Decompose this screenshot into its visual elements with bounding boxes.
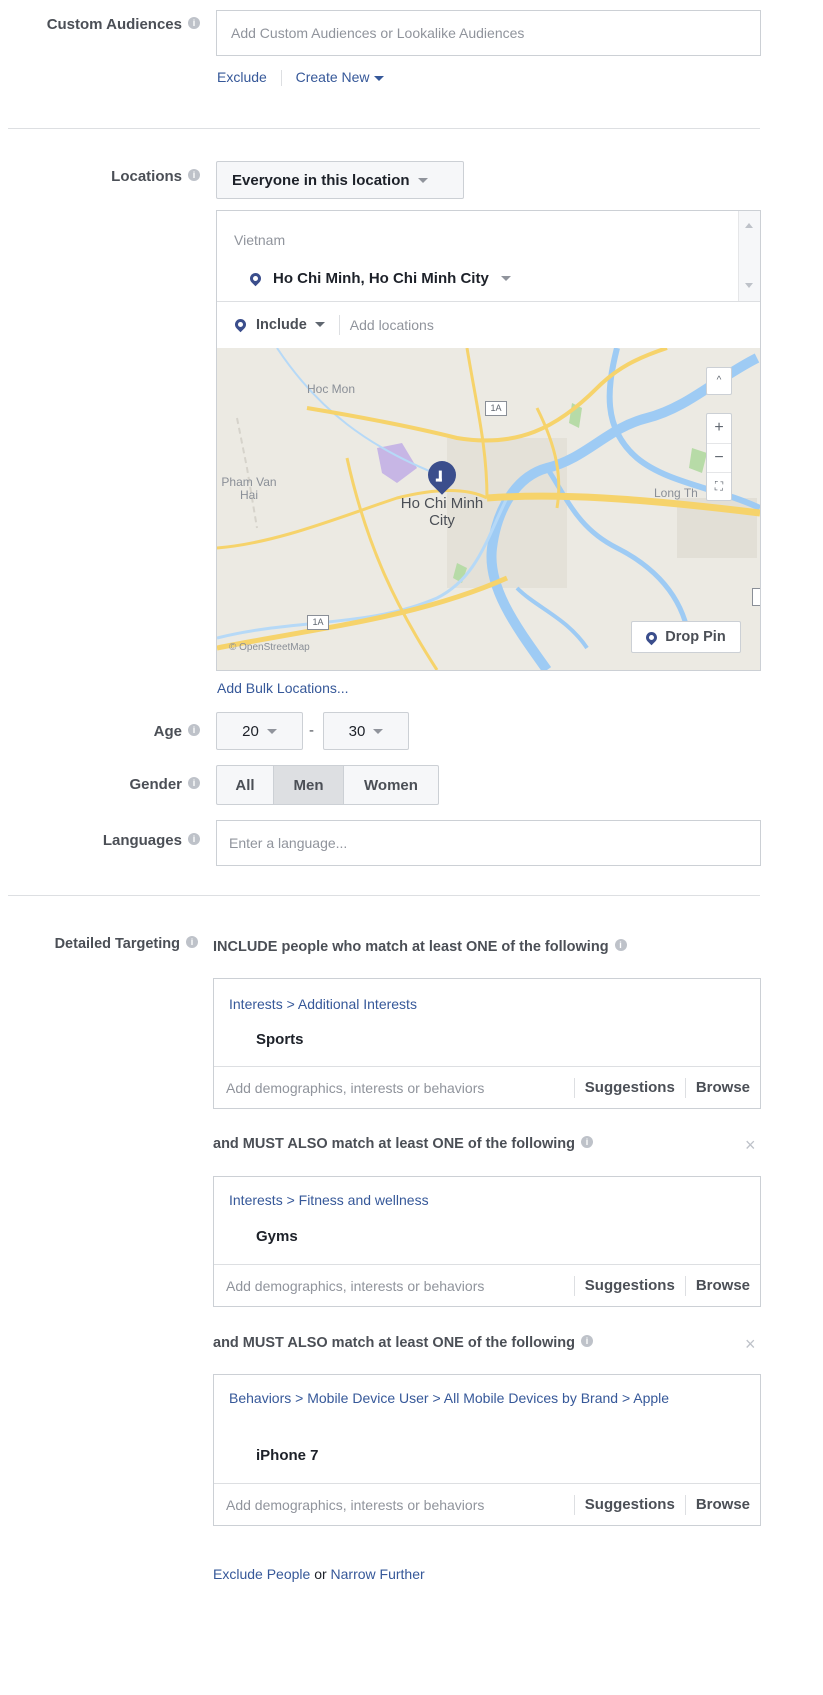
age-max-dropdown[interactable]: 30: [323, 712, 409, 750]
browse-button[interactable]: Browse: [686, 1277, 760, 1294]
selected-location[interactable]: Ho Chi Minh, Ho Chi Minh City: [247, 270, 511, 287]
country-label: Vietnam: [234, 232, 286, 248]
zoom-in-icon[interactable]: +: [707, 414, 731, 443]
section-divider: [8, 128, 760, 129]
map-zoom-controls: + − ⛶: [706, 413, 732, 501]
drop-pin-button[interactable]: Drop Pin: [631, 621, 741, 653]
targeting-search-input[interactable]: Add demographics, interests or behaviors: [214, 1278, 574, 1294]
detailed-targeting-label: Detailed Targeting i: [10, 936, 198, 952]
info-icon[interactable]: i: [614, 939, 627, 952]
interest-path[interactable]: Interests > Additional Interests: [229, 995, 417, 1013]
close-icon[interactable]: ×: [745, 1334, 756, 1355]
gender-women-button[interactable]: Women: [344, 766, 438, 804]
chevron-down-icon[interactable]: [500, 276, 511, 281]
interest-item[interactable]: Gyms: [256, 1228, 298, 1245]
info-icon[interactable]: i: [188, 833, 200, 846]
map-label-pham-van-hai: Pham Van Hai: [221, 475, 277, 502]
chevron-down-icon: [314, 322, 325, 327]
location-type-dropdown[interactable]: Everyone in this location: [216, 161, 464, 199]
gender-men-button[interactable]: Men: [274, 766, 344, 804]
chevron-down-icon: [417, 177, 428, 183]
location-pin-icon: [644, 629, 660, 645]
include-bar: Include Add locations: [217, 301, 760, 347]
custom-audiences-links: Exclude Create New: [217, 69, 384, 87]
recenter-icon[interactable]: ⛶: [707, 472, 731, 500]
languages-label: Languages i: [10, 832, 200, 849]
targeting-group-3: Behaviors > Mobile Device User > All Mob…: [213, 1374, 761, 1526]
gender-all-button[interactable]: All: [217, 766, 274, 804]
include-heading: INCLUDE people who match at least ONE of…: [213, 939, 627, 955]
close-icon[interactable]: ×: [745, 1135, 756, 1156]
behavior-path[interactable]: Behaviors > Mobile Device User > All Mob…: [229, 1389, 709, 1407]
browse-button[interactable]: Browse: [686, 1079, 760, 1096]
targeting-search-input[interactable]: Add demographics, interests or behaviors: [214, 1080, 574, 1096]
must-also-heading: and MUST ALSO match at least ONE of the …: [213, 1335, 593, 1351]
location-map[interactable]: Hoc Mon Pham Van Hai Ho Chi Minh City Lo…: [217, 348, 760, 670]
map-edge-handle[interactable]: [752, 588, 760, 606]
suggestions-button[interactable]: Suggestions: [575, 1079, 685, 1096]
include-separator: [338, 314, 340, 335]
chevron-down-icon: [373, 728, 384, 734]
custom-audiences-label: Custom Audiences i: [10, 16, 200, 33]
or-text: or: [314, 1566, 327, 1582]
road-badge: 1A: [485, 401, 507, 416]
info-icon[interactable]: i: [188, 169, 200, 182]
add-locations-input[interactable]: Add locations: [350, 317, 434, 333]
map-attribution: © OpenStreetMap: [229, 642, 310, 653]
age-separator: -: [309, 722, 314, 739]
targeting-search-input[interactable]: Add demographics, interests or behaviors: [214, 1497, 574, 1513]
link-separator: [280, 70, 282, 87]
targeting-add-bar: Add demographics, interests or behaviors…: [214, 1264, 760, 1306]
interest-path[interactable]: Interests > Fitness and wellness: [229, 1191, 429, 1209]
chevron-down-icon: [373, 75, 384, 81]
must-also-heading: and MUST ALSO match at least ONE of the …: [213, 1136, 593, 1152]
exclude-link[interactable]: Exclude: [217, 69, 267, 85]
list-scrollbar[interactable]: [738, 211, 760, 301]
targeting-add-bar: Add demographics, interests or behaviors…: [214, 1066, 760, 1108]
info-icon[interactable]: i: [188, 724, 200, 737]
map-label-long-th: Long Th: [654, 486, 698, 500]
suggestions-button[interactable]: Suggestions: [575, 1496, 685, 1513]
map-collapse-button[interactable]: ^: [706, 367, 732, 395]
age-min-dropdown[interactable]: 20: [216, 712, 303, 750]
info-icon[interactable]: i: [580, 1136, 593, 1149]
zoom-out-icon[interactable]: −: [707, 443, 731, 472]
locations-label: Locations i: [10, 168, 200, 185]
location-pin-icon: [247, 270, 264, 287]
exclude-narrow-links: Exclude People or Narrow Further: [213, 1566, 425, 1582]
targeting-group-1: Interests > Additional Interests Sports …: [213, 978, 761, 1109]
map-label-hoc-mon: Hoc Mon: [307, 382, 356, 396]
location-panel: Vietnam Ho Chi Minh, Ho Chi Minh City In…: [216, 210, 761, 671]
interest-item[interactable]: Sports: [256, 1031, 304, 1048]
targeting-add-bar: Add demographics, interests or behaviors…: [214, 1483, 760, 1525]
gender-label: Gender i: [10, 776, 200, 793]
info-icon[interactable]: i: [580, 1335, 593, 1348]
language-input[interactable]: Enter a language...: [216, 820, 761, 866]
info-icon[interactable]: i: [188, 777, 200, 790]
road-badge: 1A: [307, 615, 329, 630]
behavior-item[interactable]: iPhone 7: [256, 1447, 319, 1464]
age-label: Age i: [10, 723, 200, 740]
chevron-down-icon: [266, 728, 277, 734]
exclude-people-link[interactable]: Exclude People: [213, 1566, 310, 1582]
suggestions-button[interactable]: Suggestions: [575, 1277, 685, 1294]
scroll-down-icon[interactable]: [745, 283, 753, 288]
info-icon[interactable]: i: [188, 17, 200, 30]
section-divider: [8, 895, 760, 896]
narrow-further-link[interactable]: Narrow Further: [331, 1566, 425, 1582]
map-label-city: Ho Chi Minh City: [400, 495, 484, 529]
custom-audiences-placeholder: Add Custom Audiences or Lookalike Audien…: [231, 25, 525, 41]
browse-button[interactable]: Browse: [686, 1496, 760, 1513]
include-dropdown[interactable]: Include: [232, 316, 325, 333]
custom-audiences-input[interactable]: Add Custom Audiences or Lookalike Audien…: [216, 10, 761, 56]
location-pin-icon: [232, 316, 249, 333]
create-new-link[interactable]: Create New: [296, 69, 384, 85]
location-list: Vietnam Ho Chi Minh, Ho Chi Minh City: [217, 211, 760, 301]
targeting-group-2: Interests > Fitness and wellness Gyms Ad…: [213, 1176, 761, 1307]
add-bulk-locations-link[interactable]: Add Bulk Locations...: [217, 680, 349, 696]
gender-toggle: All Men Women: [216, 765, 439, 805]
scroll-up-icon[interactable]: [745, 223, 753, 228]
info-icon[interactable]: i: [186, 936, 198, 949]
